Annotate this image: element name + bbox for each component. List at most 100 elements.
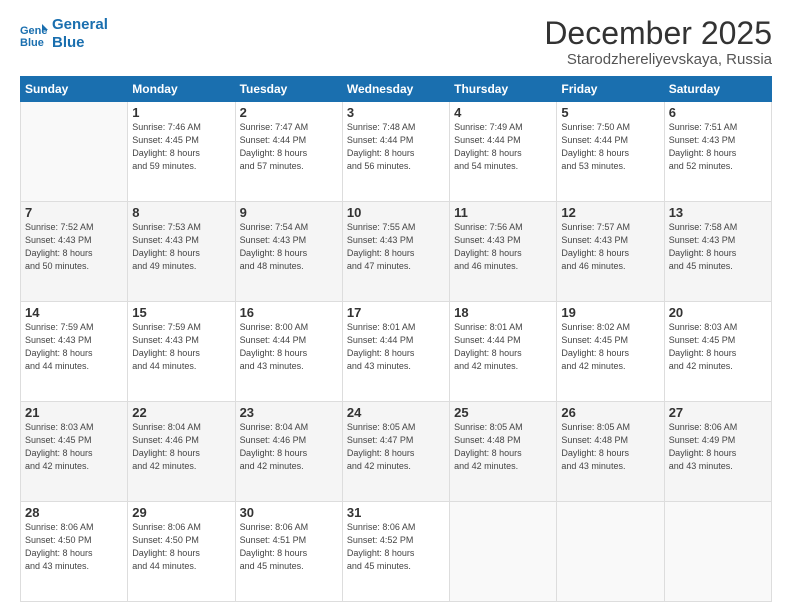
table-row: 10Sunrise: 7:55 AM Sunset: 4:43 PM Dayli… — [342, 202, 449, 302]
table-row: 14Sunrise: 7:59 AM Sunset: 4:43 PM Dayli… — [21, 302, 128, 402]
table-row: 30Sunrise: 8:06 AM Sunset: 4:51 PM Dayli… — [235, 502, 342, 602]
col-friday: Friday — [557, 77, 664, 102]
table-row: 25Sunrise: 8:05 AM Sunset: 4:48 PM Dayli… — [450, 402, 557, 502]
table-row: 2Sunrise: 7:47 AM Sunset: 4:44 PM Daylig… — [235, 102, 342, 202]
day-info: Sunrise: 8:06 AM Sunset: 4:50 PM Dayligh… — [132, 521, 230, 573]
table-row: 11Sunrise: 7:56 AM Sunset: 4:43 PM Dayli… — [450, 202, 557, 302]
table-row: 9Sunrise: 7:54 AM Sunset: 4:43 PM Daylig… — [235, 202, 342, 302]
day-info: Sunrise: 8:06 AM Sunset: 4:49 PM Dayligh… — [669, 421, 767, 473]
col-wednesday: Wednesday — [342, 77, 449, 102]
svg-text:Blue: Blue — [20, 37, 44, 48]
logo-icon: General Blue — [20, 20, 48, 48]
table-row: 29Sunrise: 8:06 AM Sunset: 4:50 PM Dayli… — [128, 502, 235, 602]
day-number: 13 — [669, 205, 767, 220]
title-block: December 2025 Starodzhereliyevskaya, Rus… — [544, 16, 772, 68]
day-number: 17 — [347, 305, 445, 320]
day-info: Sunrise: 8:02 AM Sunset: 4:45 PM Dayligh… — [561, 321, 659, 373]
day-number: 20 — [669, 305, 767, 320]
table-row: 17Sunrise: 8:01 AM Sunset: 4:44 PM Dayli… — [342, 302, 449, 402]
col-tuesday: Tuesday — [235, 77, 342, 102]
table-row — [450, 502, 557, 602]
header: General Blue GeneralBlue December 2025 S… — [20, 16, 772, 68]
col-monday: Monday — [128, 77, 235, 102]
day-number: 11 — [454, 205, 552, 220]
table-row: 16Sunrise: 8:00 AM Sunset: 4:44 PM Dayli… — [235, 302, 342, 402]
col-thursday: Thursday — [450, 77, 557, 102]
table-row: 23Sunrise: 8:04 AM Sunset: 4:46 PM Dayli… — [235, 402, 342, 502]
day-info: Sunrise: 7:50 AM Sunset: 4:44 PM Dayligh… — [561, 121, 659, 173]
table-row — [664, 502, 771, 602]
day-info: Sunrise: 7:48 AM Sunset: 4:44 PM Dayligh… — [347, 121, 445, 173]
day-info: Sunrise: 8:05 AM Sunset: 4:47 PM Dayligh… — [347, 421, 445, 473]
table-row: 8Sunrise: 7:53 AM Sunset: 4:43 PM Daylig… — [128, 202, 235, 302]
day-number: 10 — [347, 205, 445, 220]
calendar-week-5: 28Sunrise: 8:06 AM Sunset: 4:50 PM Dayli… — [21, 502, 772, 602]
table-row — [557, 502, 664, 602]
table-row: 24Sunrise: 8:05 AM Sunset: 4:47 PM Dayli… — [342, 402, 449, 502]
day-number: 3 — [347, 105, 445, 120]
day-number: 15 — [132, 305, 230, 320]
day-info: Sunrise: 8:01 AM Sunset: 4:44 PM Dayligh… — [454, 321, 552, 373]
day-info: Sunrise: 7:58 AM Sunset: 4:43 PM Dayligh… — [669, 221, 767, 273]
day-info: Sunrise: 7:57 AM Sunset: 4:43 PM Dayligh… — [561, 221, 659, 273]
day-info: Sunrise: 7:52 AM Sunset: 4:43 PM Dayligh… — [25, 221, 123, 273]
day-number: 7 — [25, 205, 123, 220]
day-info: Sunrise: 7:51 AM Sunset: 4:43 PM Dayligh… — [669, 121, 767, 173]
day-number: 31 — [347, 505, 445, 520]
day-number: 30 — [240, 505, 338, 520]
day-info: Sunrise: 8:06 AM Sunset: 4:50 PM Dayligh… — [25, 521, 123, 573]
day-number: 28 — [25, 505, 123, 520]
day-number: 21 — [25, 405, 123, 420]
table-row: 7Sunrise: 7:52 AM Sunset: 4:43 PM Daylig… — [21, 202, 128, 302]
day-number: 1 — [132, 105, 230, 120]
day-info: Sunrise: 7:54 AM Sunset: 4:43 PM Dayligh… — [240, 221, 338, 273]
table-row: 5Sunrise: 7:50 AM Sunset: 4:44 PM Daylig… — [557, 102, 664, 202]
day-info: Sunrise: 7:59 AM Sunset: 4:43 PM Dayligh… — [132, 321, 230, 373]
calendar-week-4: 21Sunrise: 8:03 AM Sunset: 4:45 PM Dayli… — [21, 402, 772, 502]
day-number: 22 — [132, 405, 230, 420]
day-info: Sunrise: 8:04 AM Sunset: 4:46 PM Dayligh… — [132, 421, 230, 473]
table-row: 13Sunrise: 7:58 AM Sunset: 4:43 PM Dayli… — [664, 202, 771, 302]
table-row: 4Sunrise: 7:49 AM Sunset: 4:44 PM Daylig… — [450, 102, 557, 202]
day-info: Sunrise: 7:53 AM Sunset: 4:43 PM Dayligh… — [132, 221, 230, 273]
day-number: 25 — [454, 405, 552, 420]
calendar-week-2: 7Sunrise: 7:52 AM Sunset: 4:43 PM Daylig… — [21, 202, 772, 302]
table-row: 6Sunrise: 7:51 AM Sunset: 4:43 PM Daylig… — [664, 102, 771, 202]
logo-text: GeneralBlue — [52, 16, 108, 52]
table-row: 27Sunrise: 8:06 AM Sunset: 4:49 PM Dayli… — [664, 402, 771, 502]
table-row: 3Sunrise: 7:48 AM Sunset: 4:44 PM Daylig… — [342, 102, 449, 202]
day-info: Sunrise: 8:05 AM Sunset: 4:48 PM Dayligh… — [454, 421, 552, 473]
day-number: 5 — [561, 105, 659, 120]
table-row: 21Sunrise: 8:03 AM Sunset: 4:45 PM Dayli… — [21, 402, 128, 502]
day-info: Sunrise: 8:06 AM Sunset: 4:51 PM Dayligh… — [240, 521, 338, 573]
day-number: 23 — [240, 405, 338, 420]
day-number: 29 — [132, 505, 230, 520]
day-info: Sunrise: 7:55 AM Sunset: 4:43 PM Dayligh… — [347, 221, 445, 273]
table-row: 20Sunrise: 8:03 AM Sunset: 4:45 PM Dayli… — [664, 302, 771, 402]
table-row: 31Sunrise: 8:06 AM Sunset: 4:52 PM Dayli… — [342, 502, 449, 602]
day-number: 26 — [561, 405, 659, 420]
day-number: 9 — [240, 205, 338, 220]
table-row: 19Sunrise: 8:02 AM Sunset: 4:45 PM Dayli… — [557, 302, 664, 402]
subtitle: Starodzhereliyevskaya, Russia — [544, 51, 772, 68]
table-row: 15Sunrise: 7:59 AM Sunset: 4:43 PM Dayli… — [128, 302, 235, 402]
day-number: 6 — [669, 105, 767, 120]
day-info: Sunrise: 8:00 AM Sunset: 4:44 PM Dayligh… — [240, 321, 338, 373]
main-title: December 2025 — [544, 16, 772, 51]
table-row: 18Sunrise: 8:01 AM Sunset: 4:44 PM Dayli… — [450, 302, 557, 402]
day-number: 12 — [561, 205, 659, 220]
day-info: Sunrise: 7:59 AM Sunset: 4:43 PM Dayligh… — [25, 321, 123, 373]
day-number: 2 — [240, 105, 338, 120]
day-info: Sunrise: 7:56 AM Sunset: 4:43 PM Dayligh… — [454, 221, 552, 273]
logo: General Blue GeneralBlue — [20, 16, 108, 52]
calendar-header-row: Sunday Monday Tuesday Wednesday Thursday… — [21, 77, 772, 102]
table-row: 28Sunrise: 8:06 AM Sunset: 4:50 PM Dayli… — [21, 502, 128, 602]
page: General Blue GeneralBlue December 2025 S… — [0, 0, 792, 612]
day-number: 19 — [561, 305, 659, 320]
day-number: 14 — [25, 305, 123, 320]
calendar-week-3: 14Sunrise: 7:59 AM Sunset: 4:43 PM Dayli… — [21, 302, 772, 402]
day-info: Sunrise: 7:47 AM Sunset: 4:44 PM Dayligh… — [240, 121, 338, 173]
day-info: Sunrise: 8:05 AM Sunset: 4:48 PM Dayligh… — [561, 421, 659, 473]
col-sunday: Sunday — [21, 77, 128, 102]
table-row — [21, 102, 128, 202]
